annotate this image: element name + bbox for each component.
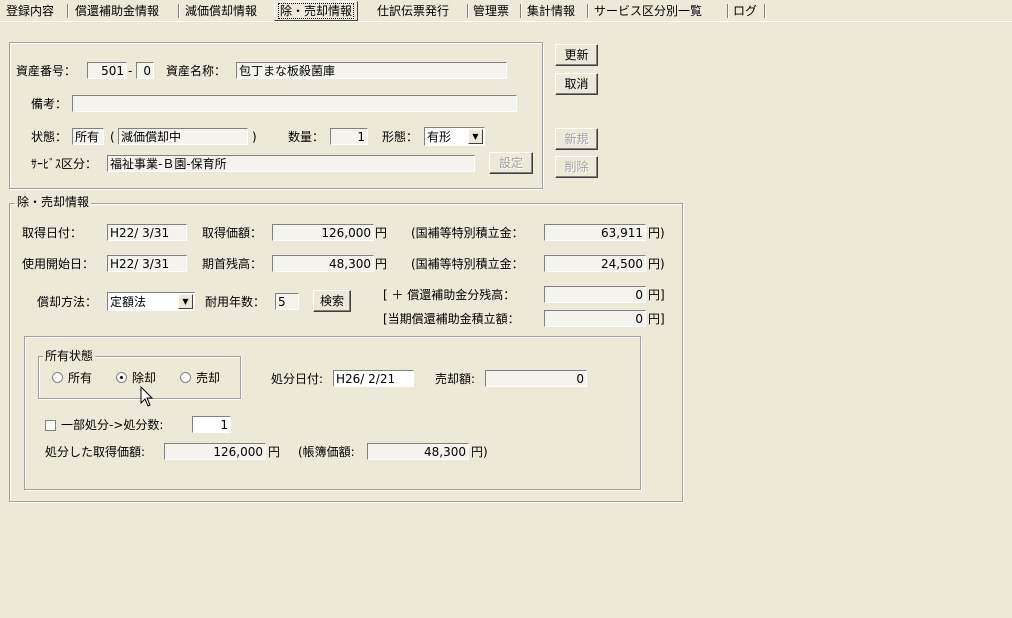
remarks-field[interactable] [72, 95, 517, 112]
asset-sub-number-field[interactable]: 0 [136, 62, 154, 79]
form-select[interactable]: 有形 ▼ [424, 127, 485, 146]
redemption-balance-close: 円] [648, 288, 665, 302]
current-reserve-field: 0 [544, 310, 646, 327]
tab-management-slip[interactable]: 管理票 [470, 2, 512, 20]
acquisition-price-unit: 円 [375, 226, 388, 240]
quantity-field[interactable]: 1 [330, 128, 368, 145]
disposed-acquisition-label: 処分した取得価額: [45, 445, 146, 459]
tab-disposal-info[interactable]: 除・売却情報 [274, 1, 359, 21]
search-button[interactable]: 検索 [313, 290, 351, 312]
disposal-date-field[interactable]: H26/ 2/21 [333, 370, 414, 387]
disposed-acquisition-unit: 円 [268, 445, 281, 459]
tab-subsidy-info[interactable]: 償還補助金情報 [72, 2, 162, 20]
asset-number-label: 資産番号： [16, 64, 77, 78]
asset-name-label: 資産名称： [166, 64, 227, 78]
redemption-balance-field: 0 [544, 286, 646, 303]
book-value-close: 円) [471, 445, 488, 459]
acquisition-date-label: 取得日付： [22, 226, 83, 240]
asset-number-field[interactable]: 501 [87, 62, 127, 79]
method-select-value: 定額法 [110, 295, 147, 309]
method-label: 償却方法： [37, 295, 98, 309]
new-button[interactable]: 新規 [555, 128, 598, 150]
book-value-field: 48,300 [367, 443, 469, 460]
radio-retired[interactable] [116, 372, 127, 383]
subsidy-reserve-close-2: 円) [648, 257, 665, 271]
radio-sold[interactable] [180, 372, 191, 383]
tab-journal-issue[interactable]: 仕訳伝票発行 [374, 2, 452, 20]
partial-count-field[interactable]: 1 [192, 416, 231, 433]
sale-amount-label: 売却額: [435, 372, 476, 386]
subsidy-reserve-label-1: (国補等特別積立金： [411, 226, 524, 240]
remarks-label: 備考： [31, 97, 68, 111]
opening-balance-label: 期首残高： [202, 257, 263, 271]
current-reserve-label: [当期償還補助金積立額： [383, 312, 520, 326]
subsidy-reserve-field-1: 63,911 [544, 224, 646, 241]
sale-amount-field[interactable]: 0 [485, 370, 587, 387]
tab-summary-info[interactable]: 集計情報 [524, 2, 578, 20]
acquisition-price-label: 取得価額： [202, 226, 263, 240]
form-select-value: 有形 [427, 130, 452, 144]
current-reserve-close: 円] [648, 312, 665, 326]
opening-balance-field: 48,300 [272, 255, 374, 272]
subsidy-reserve-label-2: (国補等特別積立金： [411, 257, 524, 271]
status-value: 所有 [72, 128, 104, 145]
chevron-down-icon[interactable]: ▼ [468, 129, 483, 144]
disposal-legend: 除・売却情報 [15, 195, 92, 209]
cancel-button[interactable]: 取消 [555, 73, 598, 95]
disposed-acquisition-field: 126,000 [164, 443, 266, 460]
radio-owned-label: 所有 [68, 371, 93, 385]
book-value-label: (帳簿価額: [298, 445, 355, 459]
delete-button[interactable]: 削除 [555, 156, 598, 178]
service-field: 福祉事業-Ｂ園-保育所 [107, 155, 475, 172]
status-label: 状態： [31, 130, 68, 144]
acquisition-price-field: 126,000 [272, 224, 374, 241]
radio-retired-label: 除却 [132, 371, 157, 385]
chevron-down-icon[interactable]: ▼ [178, 294, 193, 309]
partial-disposal-label: 一部処分->処分数: [61, 418, 164, 432]
start-date-label: 使用開始日： [22, 257, 95, 271]
useful-life-field: 5 [275, 293, 299, 310]
acquisition-date-field: H22/ 3/31 [107, 224, 187, 241]
tab-bar-divider [0, 21, 1012, 22]
radio-owned[interactable] [52, 372, 63, 383]
ownership-option-retired[interactable]: 除却 [116, 370, 166, 386]
settings-button[interactable]: 設定 [489, 152, 533, 174]
service-label: ｻｰﾋﾞｽ区分： [31, 157, 98, 171]
subsidy-reserve-field-2: 24,500 [544, 255, 646, 272]
method-select[interactable]: 定額法 ▼ [107, 292, 195, 311]
disposal-date-label: 処分日付: [271, 372, 324, 386]
form-label: 形態： [382, 130, 419, 144]
useful-life-label: 耐用年数： [205, 295, 266, 309]
radio-sold-label: 売却 [196, 371, 221, 385]
tab-depreciation-info[interactable]: 減価償却情報 [182, 2, 260, 20]
redemption-balance-label: [ ＋ 償還補助金分残高： [383, 288, 516, 302]
status-detail: 減価償却中 [118, 128, 248, 145]
status-paren-open: ( [110, 130, 115, 144]
opening-balance-unit: 円 [375, 257, 388, 271]
asset-number-separator: - [128, 64, 133, 78]
subsidy-reserve-close-1: 円) [648, 226, 665, 240]
tab-log[interactable]: ログ [730, 2, 760, 20]
tab-service-list[interactable]: サービス区分別一覧 [591, 2, 705, 20]
quantity-label: 数量： [288, 130, 325, 144]
tab-registration[interactable]: 登録内容 [3, 2, 57, 20]
ownership-option-sold[interactable]: 売却 [180, 370, 230, 386]
tab-bar: 登録内容 償還補助金情報 減価償却情報 除・売却情報 仕訳伝票発行 管理票 集計… [0, 0, 1012, 22]
ownership-legend: 所有状態 [43, 349, 96, 363]
status-paren-close: ) [252, 130, 257, 144]
mouse-cursor-icon [140, 386, 154, 407]
asset-name-field[interactable]: 包丁まな板殺菌庫 [236, 62, 507, 79]
start-date-field: H22/ 3/31 [107, 255, 187, 272]
partial-disposal-checkbox[interactable] [45, 420, 56, 431]
ownership-option-owned[interactable]: 所有 [52, 370, 102, 386]
update-button[interactable]: 更新 [555, 44, 598, 66]
